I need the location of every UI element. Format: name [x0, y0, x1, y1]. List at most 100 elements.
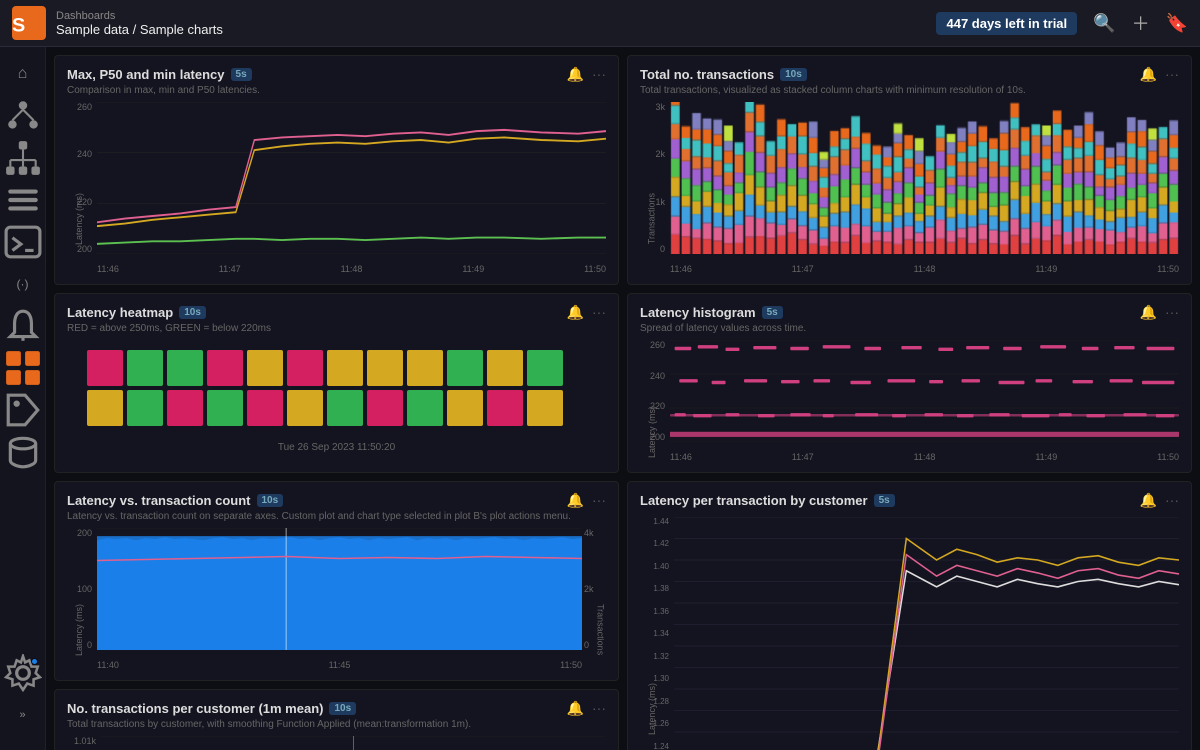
panel-actions: 🔔 ··· [567, 700, 606, 717]
bell-icon[interactable]: 🔔 [567, 304, 584, 321]
chart-wrapper: 1.01k1k [67, 736, 606, 750]
chart-wrapper: 3k2k1k0 11:4611:4711:4811:4911:50 Transa… [640, 102, 1179, 274]
heatmap-cell [167, 350, 203, 386]
sidebar-item-data[interactable] [4, 433, 42, 471]
heatmap-row [87, 390, 586, 426]
panel-histogram: Latency histogram 5s 🔔 ··· Spread of lat… [627, 293, 1192, 473]
more-icon[interactable]: ··· [592, 492, 606, 509]
panel-actions: 🔔 ··· [567, 66, 606, 83]
bell-icon[interactable]: 🔔 [1140, 492, 1157, 509]
sidebar-item-bell[interactable] [4, 307, 42, 345]
panel-header: Latency vs. transaction count 10s 🔔 ··· [67, 492, 606, 509]
x-axis: 11:4011:4511:50 [97, 660, 582, 670]
tx-customer-svg [101, 736, 606, 750]
heatmap-cell [527, 350, 563, 386]
panel-header: No. transactions per customer (1m mean) … [67, 700, 606, 717]
heatmap-cell [247, 350, 283, 386]
breadcrumb-bottom: Sample data / Sample charts [56, 22, 223, 37]
sidebar-expand[interactable]: » [4, 696, 42, 734]
y-axis-label: Latency (ms) [74, 193, 84, 245]
panel-header: Latency per transaction by customer 5s 🔔… [640, 492, 1179, 509]
heatmap-cell [447, 350, 483, 386]
bell-icon[interactable]: 🔔 [567, 700, 584, 717]
sidebar-item-topology[interactable] [4, 97, 42, 135]
splunk-logo[interactable]: S [12, 6, 46, 40]
heatmap-cell [87, 350, 123, 386]
heatmap-cell [527, 390, 563, 426]
heatmap-cell [367, 350, 403, 386]
heatmap-cell [87, 390, 123, 426]
more-icon[interactable]: ··· [1165, 66, 1179, 83]
heatmap-cell [207, 390, 243, 426]
sidebar-item-parens[interactable]: (·) [4, 265, 42, 303]
y-axis-label-left: Latency (ms) [74, 604, 84, 656]
more-icon[interactable]: ··· [592, 304, 606, 321]
panel-subtitle: Spread of latency values across time. [640, 323, 1179, 334]
panel-subtitle: Comparison in max, min and P50 latencies… [67, 85, 606, 96]
panel-actions: 🔔 ··· [1140, 304, 1179, 321]
chart-wrapper: 260240220200 11:4611:4711:4811:49 [67, 102, 606, 274]
heatmap-cell [287, 350, 323, 386]
heatmap-grid [87, 350, 586, 426]
search-icon[interactable]: 🔍 [1093, 13, 1115, 34]
more-icon[interactable]: ··· [1165, 304, 1179, 321]
combo-chart-svg [97, 528, 582, 650]
svg-text:S: S [12, 15, 25, 37]
panel-header: Max, P50 and min latency 5s 🔔 ··· [67, 66, 606, 83]
line-chart-svg [97, 102, 606, 254]
heatmap-cell [167, 390, 203, 426]
x-axis: 11:4611:4711:4811:4911:50 [670, 264, 1179, 274]
panel-title: No. transactions per customer (1m mean) … [67, 701, 356, 716]
panel-actions: 🔔 ··· [567, 492, 606, 509]
x-axis: 11:4611:4711:4811:4911:50 [97, 264, 606, 274]
bell-icon[interactable]: 🔔 [567, 492, 584, 509]
bell-icon[interactable]: 🔔 [567, 66, 584, 83]
panel-latency-vs-tx: Latency vs. transaction count 10s 🔔 ··· … [54, 481, 619, 681]
topbar: S Dashboards Sample data / Sample charts… [0, 0, 1200, 47]
y-axis: 1.01k1k [67, 736, 99, 750]
heatmap-cell [287, 390, 323, 426]
bell-icon[interactable]: 🔔 [1140, 66, 1157, 83]
panel-subtitle: Total transactions, visualized as stacke… [640, 85, 1179, 96]
panel-actions: 🔔 ··· [1140, 492, 1179, 509]
customer-latency-svg [674, 517, 1179, 750]
topbar-left: S Dashboards Sample data / Sample charts [12, 6, 223, 40]
panel-title: Latency per transaction by customer 5s [640, 493, 895, 508]
heatmap-cell [127, 390, 163, 426]
heatmap-cell [487, 390, 523, 426]
sidebar-item-list[interactable] [4, 181, 42, 219]
panel-tx-per-customer: No. transactions per customer (1m mean) … [54, 689, 619, 750]
bookmark-icon[interactable]: 🔖 [1166, 13, 1188, 34]
sidebar-item-home[interactable]: ⌂ [4, 55, 42, 93]
panel-subtitle: RED = above 250ms, GREEN = below 220ms [67, 323, 606, 334]
panel-header: Total no. transactions 10s 🔔 ··· [640, 66, 1179, 83]
panel-heatmap: Latency heatmap 10s 🔔 ··· RED = above 25… [54, 293, 619, 473]
heatmap-cell [407, 390, 443, 426]
y-axis-label: Transactions [647, 193, 657, 244]
heatmap-cell [407, 350, 443, 386]
sidebar-item-settings[interactable] [4, 654, 42, 692]
add-icon[interactable]: ＋ [1132, 10, 1150, 36]
sidebar-item-tag[interactable] [4, 391, 42, 429]
chart-wrapper: 2001000 4k2k0 [67, 528, 606, 670]
trial-badge: 447 days left in trial [936, 12, 1077, 35]
sidebar: ⌂ (·) » [0, 47, 46, 750]
more-icon[interactable]: ··· [592, 66, 606, 83]
heatmap-cell [127, 350, 163, 386]
more-icon[interactable]: ··· [592, 700, 606, 717]
y-axis-label: Latency (ms) [647, 406, 657, 458]
panel-subtitle: Latency vs. transaction count on separat… [67, 511, 606, 522]
sidebar-item-hierarchy[interactable] [4, 139, 42, 177]
panel-latency-line: Max, P50 and min latency 5s 🔔 ··· Compar… [54, 55, 619, 285]
histogram-svg [670, 340, 1179, 442]
sidebar-bottom: » [4, 654, 42, 742]
chart-wrapper: 260240220200 [640, 340, 1179, 462]
panel-actions: 🔔 ··· [1140, 66, 1179, 83]
panel-subtitle: Total transactions by customer, with smo… [67, 719, 606, 730]
panel-transactions-stacked: Total no. transactions 10s 🔔 ··· Total t… [627, 55, 1192, 285]
bell-icon[interactable]: 🔔 [1140, 304, 1157, 321]
sidebar-item-terminal[interactable] [4, 223, 42, 261]
sidebar-item-dashboard[interactable] [4, 349, 42, 387]
more-icon[interactable]: ··· [1165, 492, 1179, 509]
panel-header: Latency heatmap 10s 🔔 ··· [67, 304, 606, 321]
